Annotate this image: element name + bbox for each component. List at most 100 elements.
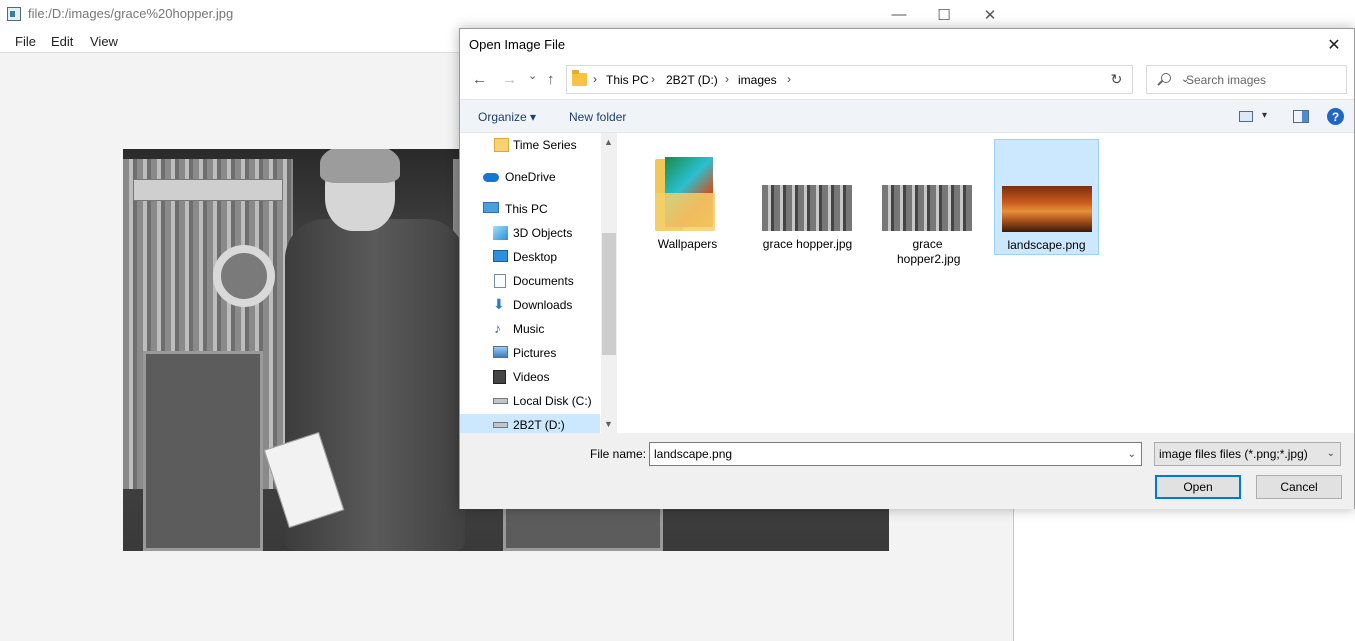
menu-view[interactable]: View — [90, 34, 118, 49]
search-input[interactable]: Search images — [1146, 65, 1347, 94]
filename-value: landscape.png — [654, 447, 733, 461]
video-icon — [493, 370, 506, 384]
file-item-grace-hopper-jpg[interactable]: grace hopper.jpg — [755, 139, 860, 255]
app-icon — [7, 7, 21, 21]
nav-item-local-disk[interactable]: Local Disk (C:) — [460, 390, 600, 412]
cabinet — [143, 351, 263, 551]
nav-item-label: Downloads — [513, 298, 573, 312]
search-icon — [1161, 73, 1171, 83]
menu-edit[interactable]: Edit — [51, 34, 73, 49]
file-type-select[interactable]: image files files (*.png;*.jpg) ⌄ — [1154, 442, 1341, 466]
dialog-titlebar[interactable]: Open Image File ✕ — [460, 29, 1354, 60]
nav-item-desktop[interactable]: Desktop — [460, 246, 600, 268]
preview-pane-icon[interactable] — [1293, 110, 1309, 123]
file-item-grace-hopper2-jpg[interactable]: grace hopper2.jpg — [875, 139, 980, 266]
dialog-title: Open Image File — [469, 37, 566, 52]
nav-item-downloads[interactable]: ⬇ Downloads — [460, 294, 600, 316]
scroll-down-arrow-icon[interactable]: ▼ — [604, 419, 613, 429]
breadcrumb-drive[interactable]: 2B2T (D:) — [666, 73, 718, 87]
nav-item-time-series[interactable]: Time Series — [460, 134, 600, 156]
new-folder-button[interactable]: New folder — [569, 110, 626, 124]
nav-item-label: Documents — [513, 274, 574, 288]
image-thumbnail — [762, 185, 852, 231]
open-button[interactable]: Open — [1155, 475, 1241, 499]
folder-icon — [572, 70, 587, 86]
nav-item-2b2t-drive[interactable]: 2B2T (D:) — [460, 414, 600, 433]
breadcrumb-this-pc[interactable]: This PC — [606, 73, 649, 87]
organize-button[interactable]: Organize ▾ — [478, 110, 536, 124]
breadcrumb-images[interactable]: images — [738, 73, 777, 87]
up-arrow-icon[interactable]: ↑ — [547, 71, 555, 88]
file-list: Wallpapers grace hopper.jpg grace hopper… — [617, 133, 1355, 433]
command-bar: Organize ▾ New folder ▾ ? — [460, 99, 1354, 133]
maximize-button[interactable]: ☐ — [921, 0, 967, 29]
nav-item-documents[interactable]: Documents — [460, 270, 600, 292]
dialog-close-button[interactable]: ✕ — [1314, 29, 1354, 60]
nav-item-this-pc[interactable]: This PC — [460, 198, 600, 220]
control-panel — [133, 179, 283, 201]
tape-reel — [213, 245, 275, 307]
nav-item-videos[interactable]: Videos — [460, 366, 600, 388]
refresh-button[interactable]: ↻ — [1101, 65, 1133, 94]
drive-icon — [493, 398, 508, 404]
view-icon[interactable] — [1239, 111, 1253, 122]
nav-item-label: Time Series — [513, 138, 577, 152]
recent-locations-icon[interactable]: ⌄ — [528, 69, 537, 82]
navigation-pane: Time Series OneDrive This PC 3D Objects … — [460, 133, 617, 433]
view-dropdown-button[interactable]: ▾ — [1262, 110, 1267, 121]
chevron-down-icon[interactable]: ⌄ — [1128, 449, 1136, 460]
nav-item-3d-objects[interactable]: 3D Objects — [460, 222, 600, 244]
scroll-up-arrow-icon[interactable]: ▲ — [604, 137, 613, 147]
image-thumbnail — [1002, 186, 1092, 232]
nav-item-label: Music — [513, 322, 545, 336]
nav-item-music[interactable]: ♪ Music — [460, 318, 600, 340]
dialog-footer: File name: landscape.png ⌄ image files f… — [460, 433, 1354, 509]
viewer-title: file:/D:/images/grace%20hopper.jpg — [28, 6, 234, 21]
address-bar[interactable]: › This PC › 2B2T (D:) › images › ⌄ — [566, 65, 1189, 94]
nav-item-onedrive[interactable]: OneDrive — [460, 166, 600, 188]
file-label: grace hopper2.jpg — [897, 237, 961, 266]
cancel-button[interactable]: Cancel — [1256, 475, 1342, 499]
back-arrow-icon[interactable]: ← — [472, 71, 487, 88]
file-item-landscape-png[interactable]: landscape.png — [994, 139, 1099, 255]
file-type-value: image files files (*.png;*.jpg) — [1159, 447, 1308, 461]
file-item-wallpapers[interactable]: Wallpapers — [635, 139, 740, 255]
navigation-row: ← → ⌄ ↑ › This PC › 2B2T (D:) › images ›… — [460, 62, 1354, 96]
desktop-icon — [493, 250, 508, 262]
menu-file[interactable]: File — [15, 34, 36, 49]
nav-item-label: 2B2T (D:) — [513, 418, 565, 432]
nav-scrollbar[interactable]: ▲ ▼ — [601, 133, 617, 433]
download-icon: ⬇ — [493, 296, 505, 312]
nav-item-label: Videos — [513, 370, 550, 384]
minimize-button[interactable]: — — [876, 0, 922, 29]
filename-input[interactable]: landscape.png ⌄ — [649, 442, 1142, 466]
cloud-icon — [483, 173, 499, 182]
chevron-right-icon: › — [593, 72, 597, 86]
forward-arrow-icon[interactable]: → — [502, 71, 517, 88]
file-label: grace hopper.jpg — [762, 237, 853, 251]
nav-item-pictures[interactable]: Pictures — [460, 342, 600, 364]
document-icon — [494, 274, 506, 288]
help-icon[interactable]: ? — [1327, 108, 1344, 125]
chevron-down-icon[interactable]: ⌄ — [1327, 448, 1335, 459]
pictures-icon — [493, 346, 508, 358]
music-icon: ♪ — [494, 320, 501, 336]
scroll-thumb[interactable] — [602, 233, 616, 355]
nav-item-label: Pictures — [513, 346, 557, 360]
file-label: landscape.png — [1007, 238, 1086, 252]
image-thumbnail — [882, 185, 972, 231]
nav-item-label: OneDrive — [505, 170, 556, 184]
file-label: Wallpapers — [657, 237, 718, 251]
computer-icon — [483, 202, 499, 213]
person-hair — [320, 149, 400, 183]
folder-icon — [655, 153, 715, 231]
cube-icon — [493, 226, 508, 240]
close-button[interactable]: ✕ — [967, 0, 1013, 29]
nav-item-label: Desktop — [513, 250, 558, 264]
viewer-titlebar[interactable]: file:/D:/images/grace%20hopper.jpg — ☐ ✕ — [0, 0, 1014, 29]
filename-label: File name: — [590, 447, 647, 461]
search-placeholder: Search images — [1186, 73, 1267, 87]
nav-item-label: Local Disk (C:) — [513, 394, 592, 408]
drive-icon — [493, 422, 508, 428]
chevron-right-icon: › — [787, 72, 791, 86]
